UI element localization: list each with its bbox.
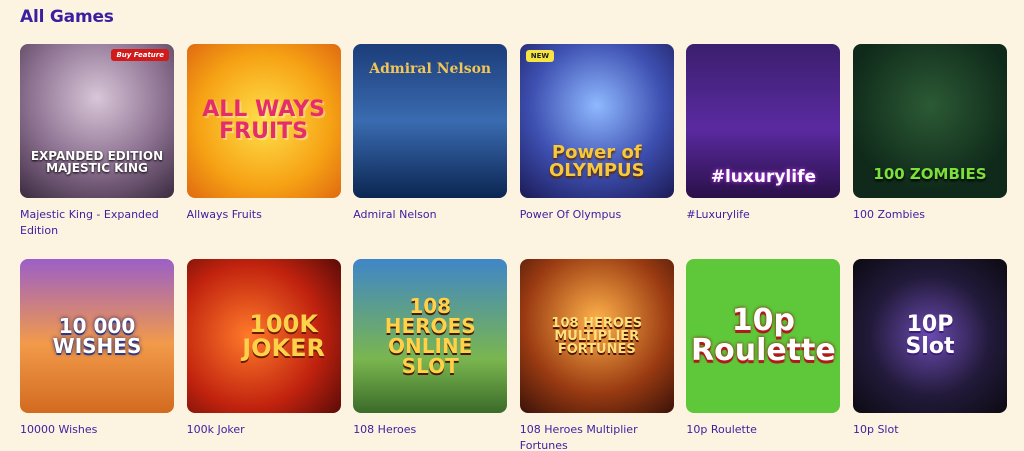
game-title[interactable]: Admiral Nelson bbox=[353, 207, 507, 223]
game-thumbnail[interactable]: 108 HEROES ONLINE SLOT bbox=[353, 259, 508, 413]
games-grid: Buy Feature EXPANDED EDITION MAJESTIC KI… bbox=[20, 44, 1007, 451]
game-card-majestic-king[interactable]: Buy Feature EXPANDED EDITION MAJESTIC KI… bbox=[20, 44, 174, 259]
game-title[interactable]: 100k Joker bbox=[187, 422, 341, 438]
game-card-luxurylife[interactable]: #luxurylife #Luxurylife bbox=[686, 44, 841, 259]
game-thumbnail[interactable]: 108 HEROES MULTIPLIER FORTUNES bbox=[519, 259, 674, 413]
game-thumbnail[interactable]: ALL WAYS FRUITS bbox=[186, 44, 341, 198]
game-title[interactable]: Majestic King - Expanded Edition bbox=[20, 207, 174, 239]
game-logo: 108 HEROES ONLINE SLOT bbox=[384, 294, 476, 378]
game-logo: 108 HEROES MULTIPLIER FORTUNES bbox=[551, 315, 643, 357]
game-thumbnail[interactable]: #luxurylife bbox=[686, 44, 841, 198]
game-thumbnail[interactable]: 100 ZOMBIES bbox=[852, 44, 1007, 198]
game-card-admiral-nelson[interactable]: Admiral Nelson Admiral Nelson bbox=[353, 44, 508, 259]
game-card-10p-slot[interactable]: 10P Slot 10p Slot bbox=[852, 259, 1007, 451]
game-title[interactable]: Allways Fruits bbox=[187, 207, 341, 223]
game-logo: ALL WAYS FRUITS bbox=[202, 97, 325, 144]
game-title[interactable]: 10000 Wishes bbox=[20, 422, 174, 438]
game-card-10p-roulette[interactable]: 10p Roulette 10p Roulette bbox=[686, 259, 841, 451]
game-thumbnail[interactable]: Buy Feature EXPANDED EDITION MAJESTIC KI… bbox=[20, 44, 174, 198]
game-card-100-zombies[interactable]: 100 ZOMBIES 100 Zombies bbox=[852, 44, 1007, 259]
game-title[interactable]: #Luxurylife bbox=[686, 207, 840, 223]
game-card-10000-wishes[interactable]: 10 000 WISHES 10000 Wishes bbox=[20, 259, 174, 451]
game-thumbnail[interactable]: 100K JOKER bbox=[186, 259, 341, 413]
game-logo: Power of OLYMPUS bbox=[548, 142, 645, 181]
game-thumbnail[interactable]: 10P Slot bbox=[852, 259, 1007, 413]
section-title: All Games bbox=[20, 7, 114, 27]
game-card-power-of-olympus[interactable]: NEW Power of OLYMPUS Power Of Olympus bbox=[519, 44, 674, 259]
game-logo: 100K JOKER bbox=[242, 310, 325, 362]
game-card-108-heroes[interactable]: 108 HEROES ONLINE SLOT 108 Heroes bbox=[353, 259, 508, 451]
game-thumbnail[interactable]: 10 000 WISHES bbox=[20, 259, 174, 413]
game-logo: Admiral Nelson bbox=[369, 61, 492, 77]
game-thumbnail[interactable]: NEW Power of OLYMPUS bbox=[519, 44, 674, 198]
game-title[interactable]: 108 Heroes Multiplier Fortunes bbox=[520, 422, 674, 451]
game-card-100k-joker[interactable]: 100K JOKER 100k Joker bbox=[186, 259, 341, 451]
game-logo: EXPANDED EDITION MAJESTIC KING bbox=[30, 149, 164, 175]
game-title[interactable]: 10p Roulette bbox=[686, 422, 840, 438]
game-card-allways-fruits[interactable]: ALL WAYS FRUITS Allways Fruits bbox=[186, 44, 341, 259]
game-logo: 10 000 WISHES bbox=[52, 314, 142, 358]
game-title[interactable]: 10p Slot bbox=[853, 422, 1007, 438]
game-thumbnail[interactable]: 10p Roulette bbox=[686, 259, 841, 413]
game-title[interactable]: Power Of Olympus bbox=[520, 207, 674, 223]
game-logo: 10P Slot bbox=[905, 312, 955, 359]
game-card-108-heroes-multiplier-fortunes[interactable]: 108 HEROES MULTIPLIER FORTUNES 108 Heroe… bbox=[519, 259, 674, 451]
buy-feature-badge: Buy Feature bbox=[111, 49, 169, 61]
game-logo: 10p Roulette bbox=[691, 303, 836, 368]
game-title[interactable]: 108 Heroes bbox=[353, 422, 507, 438]
new-badge: NEW bbox=[525, 50, 555, 62]
game-logo: #luxurylife bbox=[710, 166, 817, 187]
game-title[interactable]: 100 Zombies bbox=[853, 207, 1007, 223]
game-thumbnail[interactable]: Admiral Nelson bbox=[353, 44, 508, 198]
game-logo: 100 ZOMBIES bbox=[873, 164, 987, 183]
